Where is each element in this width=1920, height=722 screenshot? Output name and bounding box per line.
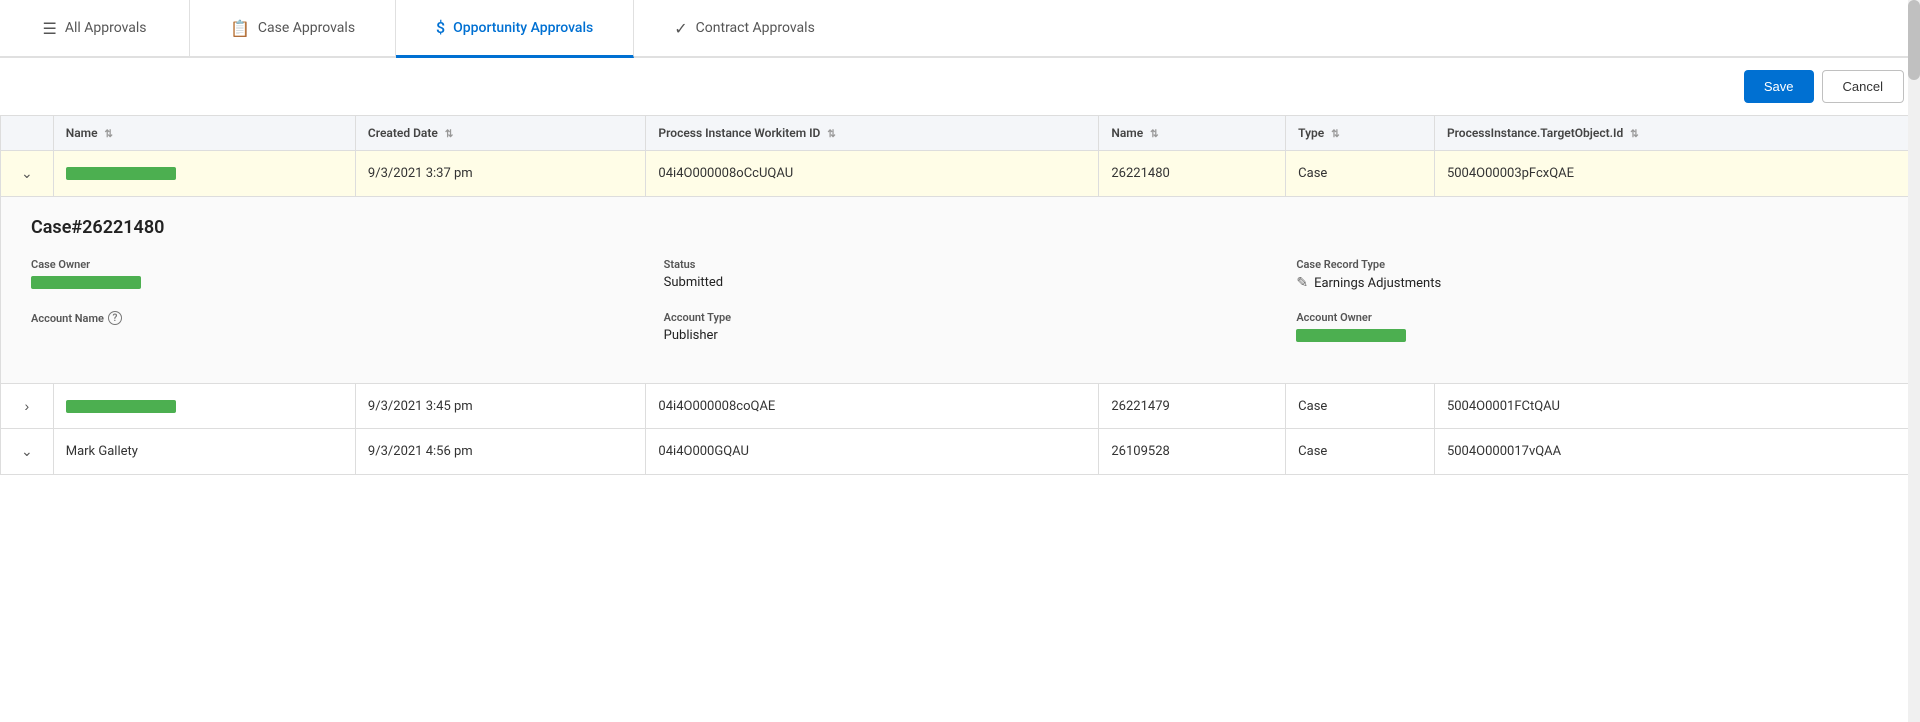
tab-case-approvals[interactable]: 📋 Case Approvals xyxy=(190,0,396,56)
status-value: Submitted xyxy=(664,275,1257,290)
sort-targetid-icon: ⇅ xyxy=(1630,129,1638,140)
account-type-label: Account Type xyxy=(664,311,1257,324)
approvals-table: Name ⇅ Created Date ⇅ Process Instance W… xyxy=(0,115,1920,475)
sort-name-icon: ⇅ xyxy=(105,129,113,140)
col-name2[interactable]: Name ⇅ xyxy=(1099,116,1286,151)
row1-created-date: 9/3/2021 3:37 pm xyxy=(355,151,646,197)
case-record-type-value: ✎ Earnings Adjustments xyxy=(1296,275,1889,291)
checkmark-icon: ✓ xyxy=(674,19,687,38)
tab-contract-approvals[interactable]: ✓ Contract Approvals xyxy=(634,0,855,56)
scrollbar-thumb[interactable] xyxy=(1908,0,1920,80)
cancel-button[interactable]: Cancel xyxy=(1822,70,1904,103)
expand-cell-2: › xyxy=(1,384,54,429)
expanded-detail-row-1: Case#26221480 Case Owner Status Su xyxy=(1,197,1920,384)
tab-case-label: Case Approvals xyxy=(258,20,355,36)
toolbar: Save Cancel xyxy=(0,58,1920,115)
status-field: Status Submitted xyxy=(664,258,1257,291)
account-type-field: Account Type Publisher xyxy=(664,311,1257,343)
col-process-instance-workitem-id[interactable]: Process Instance Workitem ID ⇅ xyxy=(646,116,1099,151)
sort-type-icon: ⇅ xyxy=(1331,129,1339,140)
briefcase-icon: 📋 xyxy=(230,19,250,38)
detail-grid-top: Case Owner Status Submitted Case xyxy=(31,258,1889,291)
account-type-value: Publisher xyxy=(664,328,1257,343)
row1-name xyxy=(53,151,355,197)
row2-process-instance-workitem-id: 04i4O000008coQAE xyxy=(646,384,1099,429)
row3-target-object-id: 5004O000017vQAA xyxy=(1434,429,1919,475)
list-icon: ☰ xyxy=(42,19,56,38)
case-owner-field: Case Owner xyxy=(31,258,624,291)
sort-workitem-icon: ⇅ xyxy=(827,129,835,140)
collapse-row-1-button[interactable]: ⌄ xyxy=(13,161,41,186)
edit-icon: ✎ xyxy=(1296,275,1308,291)
row1-type: Case xyxy=(1286,151,1435,197)
account-name-help-icon[interactable]: ? xyxy=(108,311,122,325)
row3-type: Case xyxy=(1286,429,1435,475)
col-expand xyxy=(1,116,54,151)
detail-title: Case#26221480 xyxy=(31,217,1889,238)
row1-name2: 26221480 xyxy=(1099,151,1286,197)
row3-process-instance-workitem-id: 04i4O000GQAU xyxy=(646,429,1099,475)
detail-grid-bottom: Account Name ? Account Type Publisher xyxy=(31,311,1889,343)
col-type[interactable]: Type ⇅ xyxy=(1286,116,1435,151)
account-owner-value xyxy=(1296,328,1889,343)
status-label: Status xyxy=(664,258,1257,271)
row2-target-object-id: 5004O0001FCtQAU xyxy=(1434,384,1919,429)
row1-name-redacted xyxy=(66,167,176,180)
case-record-type-label: Case Record Type xyxy=(1296,258,1889,271)
account-name-label: Account Name ? xyxy=(31,311,624,325)
account-name-field: Account Name ? xyxy=(31,311,624,343)
save-button[interactable]: Save xyxy=(1744,70,1814,103)
table-row: ⌄ 9/3/2021 3:37 pm 04i4O000008oCcUQAU 26… xyxy=(1,151,1920,197)
expand-cell-1: ⌄ xyxy=(1,151,54,197)
account-owner-redacted xyxy=(1296,329,1406,342)
case-record-type-field: Case Record Type ✎ Earnings Adjustments xyxy=(1296,258,1889,291)
row2-created-date: 9/3/2021 3:45 pm xyxy=(355,384,646,429)
table-header-row: Name ⇅ Created Date ⇅ Process Instance W… xyxy=(1,116,1920,151)
case-owner-redacted xyxy=(31,276,141,289)
tab-all-approvals[interactable]: ☰ All Approvals xyxy=(0,0,190,56)
tab-opportunity-approvals[interactable]: $ Opportunity Approvals xyxy=(396,0,634,58)
account-owner-label: Account Owner xyxy=(1296,311,1889,324)
tab-bar: ☰ All Approvals 📋 Case Approvals $ Oppor… xyxy=(0,0,1920,58)
scrollbar-track xyxy=(1908,0,1920,722)
row2-name xyxy=(53,384,355,429)
col-target-object-id[interactable]: ProcessInstance.TargetObject.Id ⇅ xyxy=(1434,116,1919,151)
case-owner-value xyxy=(31,275,624,290)
row2-type: Case xyxy=(1286,384,1435,429)
sort-name2-icon: ⇅ xyxy=(1150,129,1158,140)
expand-row-2-button[interactable]: › xyxy=(17,394,38,418)
tab-all-label: All Approvals xyxy=(65,20,147,36)
row2-name-redacted xyxy=(66,400,176,413)
collapse-row-3-button[interactable]: ⌄ xyxy=(13,439,41,464)
row1-process-instance-workitem-id: 04i4O000008oCcUQAU xyxy=(646,151,1099,197)
detail-panel: Case#26221480 Case Owner Status Su xyxy=(1,197,1919,383)
table-row: › 9/3/2021 3:45 pm 04i4O000008coQAE 2622… xyxy=(1,384,1920,429)
sort-date-icon: ⇅ xyxy=(445,129,453,140)
account-owner-field: Account Owner xyxy=(1296,311,1889,343)
table-row: ⌄ Mark Gallety 9/3/2021 4:56 pm 04i4O000… xyxy=(1,429,1920,475)
expanded-detail-cell: Case#26221480 Case Owner Status Su xyxy=(1,197,1920,384)
row3-name: Mark Gallety xyxy=(53,429,355,475)
col-created-date[interactable]: Created Date ⇅ xyxy=(355,116,646,151)
tab-contract-label: Contract Approvals xyxy=(696,20,815,36)
dollar-icon: $ xyxy=(436,18,445,37)
tab-opportunity-label: Opportunity Approvals xyxy=(453,20,593,36)
case-owner-label: Case Owner xyxy=(31,258,624,271)
row2-name2: 26221479 xyxy=(1099,384,1286,429)
row3-name2: 26109528 xyxy=(1099,429,1286,475)
col-name[interactable]: Name ⇅ xyxy=(53,116,355,151)
row1-target-object-id: 5004O00003pFcxQAE xyxy=(1434,151,1919,197)
expand-cell-3: ⌄ xyxy=(1,429,54,475)
row3-created-date: 9/3/2021 4:56 pm xyxy=(355,429,646,475)
